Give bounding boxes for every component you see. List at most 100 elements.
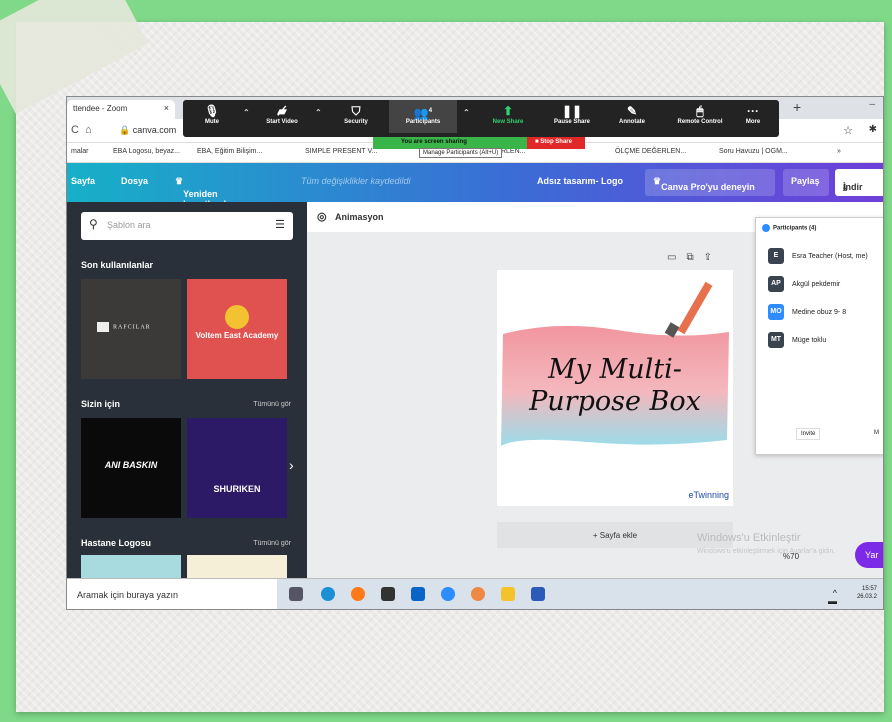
extension-icon[interactable]: ✱ xyxy=(869,124,877,135)
avatar: AP xyxy=(768,276,784,292)
close-icon[interactable]: × xyxy=(164,103,169,113)
see-all-link[interactable]: Tümünü gör xyxy=(253,540,291,547)
clock-time[interactable]: 15:57 xyxy=(862,586,877,592)
activation-subtext: Windows'u etkinleştirmek için Ayarlar'a … xyxy=(697,548,836,555)
recent-heading: Son kullanılanlar xyxy=(81,260,154,270)
page-tools[interactable]: ▭⧉⇪ xyxy=(667,252,722,263)
remote-control-button[interactable]: 🖱 Remote Control xyxy=(665,104,735,125)
chrome-icon[interactable] xyxy=(471,587,485,601)
clock-date: 26.03.2 xyxy=(856,594,877,600)
template-thumbnail[interactable]: SHURIKEN xyxy=(187,418,287,518)
menu-dosya[interactable]: Dosya xyxy=(121,176,148,186)
participant-row[interactable]: MO Medine obuz 9- 8 xyxy=(768,304,846,320)
bookmark-item[interactable]: EBA Logosu, beyaz... xyxy=(113,148,180,155)
tray-arrow-icon[interactable]: ^ ▬ xyxy=(828,589,837,606)
word-icon[interactable] xyxy=(531,587,545,601)
bookmark-item[interactable]: SIMPLE PRESENT V... xyxy=(305,148,377,155)
minimize-icon[interactable]: – xyxy=(869,99,875,110)
pause-share-button[interactable]: ❚❚ Pause Share xyxy=(543,104,601,125)
security-button[interactable]: ⛉ Security xyxy=(327,104,385,125)
thumb-label: Voltem East Academy xyxy=(195,331,279,340)
animation-button[interactable]: Animasyon xyxy=(335,212,384,222)
zoom-level[interactable]: %70 xyxy=(783,552,799,561)
more-button[interactable]: ··· More xyxy=(731,104,775,125)
system-tray: ^ ▬ 15:57 26.03.2 xyxy=(828,585,877,606)
zoom-app-icon[interactable] xyxy=(441,587,455,601)
see-all-link[interactable]: Tümünü gör xyxy=(253,401,291,408)
share-button[interactable]: Paylaş xyxy=(783,169,829,196)
new-tab-icon[interactable]: + xyxy=(793,99,801,115)
invite-button[interactable]: Invite xyxy=(796,428,821,440)
bookmark-item[interactable]: EBA, Eğitim Bilişim... xyxy=(197,148,262,155)
thumb-label: RAFCILAR xyxy=(113,324,151,331)
edge-icon[interactable] xyxy=(321,587,335,601)
avatar: MT xyxy=(768,332,784,348)
participant-name: Medine obuz 9- 8 xyxy=(792,308,847,316)
annotate-button[interactable]: ✎ Annotate xyxy=(603,104,661,125)
template-thumbnail[interactable] xyxy=(81,555,181,578)
participants-title: Participants (4) xyxy=(773,225,817,232)
download-button[interactable]: ⤓ İndir xyxy=(835,169,883,196)
help-button[interactable]: Yar xyxy=(855,542,883,568)
chevron-up-icon[interactable]: ⌃ xyxy=(315,108,322,117)
participant-name: Esra Teacher (Host, me) xyxy=(792,252,868,260)
chevron-up-icon[interactable]: ⌃ xyxy=(243,108,250,117)
bookmark-item[interactable]: ÖLÇME DEĞERLEN... xyxy=(615,148,686,155)
template-thumbnail[interactable]: ANI BASKIN xyxy=(81,418,181,518)
canva-header: Sayfa Dosya ♛ Yeniden boyutlandır Tüm de… xyxy=(67,163,883,209)
download-label: İndir xyxy=(843,182,863,192)
book-icon xyxy=(225,305,249,329)
mail-icon[interactable] xyxy=(411,587,425,601)
template-thumbnail[interactable]: Voltem East Academy xyxy=(187,279,287,379)
mute-all-button[interactable]: M xyxy=(874,430,879,436)
participant-row[interactable]: E Esra Teacher (Host, me) xyxy=(768,248,868,264)
etwinning-logo: eTwinning xyxy=(688,490,729,500)
participant-row[interactable]: MT Müge toklu xyxy=(768,332,826,348)
chevron-up-icon[interactable]: ⌃ xyxy=(463,108,470,117)
participants-button[interactable]: 👥4 Participants xyxy=(389,100,457,133)
pause-icon: ❚❚ xyxy=(561,104,583,118)
mute-button[interactable]: 🎙 Mute xyxy=(183,104,241,125)
template-search-input[interactable]: ⚲ Şablon ara ☰ xyxy=(81,212,293,240)
windows-taskbar: Aramak için buraya yazın ^ ▬ 15:57 26.03.2 xyxy=(67,578,883,609)
task-view-icon[interactable] xyxy=(289,587,303,601)
participant-count: 4 xyxy=(428,108,433,114)
button-label: More xyxy=(745,119,761,125)
design-title[interactable]: My Multi-Purpose Box xyxy=(497,354,733,418)
more-icon: ··· xyxy=(747,104,759,118)
bookmark-item[interactable]: Soru Havuzu | OGM... xyxy=(719,148,788,155)
participant-row[interactable]: AP Akgül pekdemir xyxy=(768,276,840,292)
new-share-button[interactable]: ⬆ New Share xyxy=(479,104,537,125)
design-name[interactable]: Adsız tasarım- Logo xyxy=(537,176,623,186)
filter-icon[interactable]: ☰ xyxy=(275,218,285,231)
pro-label: Canva Pro'yu deneyin xyxy=(661,182,755,192)
firefox-icon[interactable] xyxy=(351,587,365,601)
tooltip: Manage Participants (Alt+U) xyxy=(419,148,503,158)
try-pro-button[interactable]: ♛ Canva Pro'yu deneyin xyxy=(645,169,775,196)
design-page[interactable]: My Multi-Purpose Box eTwinning xyxy=(497,270,733,506)
template-thumbnail[interactable] xyxy=(187,555,287,578)
folder-icon[interactable] xyxy=(501,587,515,601)
start-video-button[interactable]: ▰̸ Start Video xyxy=(253,104,311,125)
menu-sayfa[interactable]: Sayfa xyxy=(71,176,95,186)
template-thumbnail[interactable]: RAFCILAR xyxy=(81,279,181,379)
shield-icon: ⛉ xyxy=(351,104,361,118)
taskbar-search[interactable]: Aramak için buraya yazın xyxy=(67,579,277,609)
url-field[interactable]: 🔒 canva.com xyxy=(119,125,176,136)
menu-resize[interactable]: ♛ Yeniden boyutlandır xyxy=(175,176,232,209)
bookmarks-more-icon[interactable]: » xyxy=(837,148,841,155)
browser-tab[interactable]: ttendee - Zoom × xyxy=(67,100,175,119)
star-icon[interactable]: ☆ xyxy=(843,124,853,137)
bookmark-item[interactable]: malar xyxy=(71,148,89,155)
activation-watermark: Windows'u Etkinleştir xyxy=(697,532,801,544)
search-icon: ⚲ xyxy=(89,217,98,231)
participants-panel: Participants (4) E Esra Teacher (Host, me… xyxy=(755,217,883,455)
button-label: Security xyxy=(344,119,368,125)
chevron-right-icon[interactable]: › xyxy=(289,457,294,473)
stop-share-button[interactable]: ■ Stop Share xyxy=(527,137,585,149)
share-icon: ⬆ xyxy=(502,104,514,118)
reload-icon[interactable]: C⌂ xyxy=(71,124,98,136)
pen-icon: ✎ xyxy=(626,104,638,118)
avatar: E xyxy=(768,248,784,264)
store-icon[interactable] xyxy=(381,587,395,601)
